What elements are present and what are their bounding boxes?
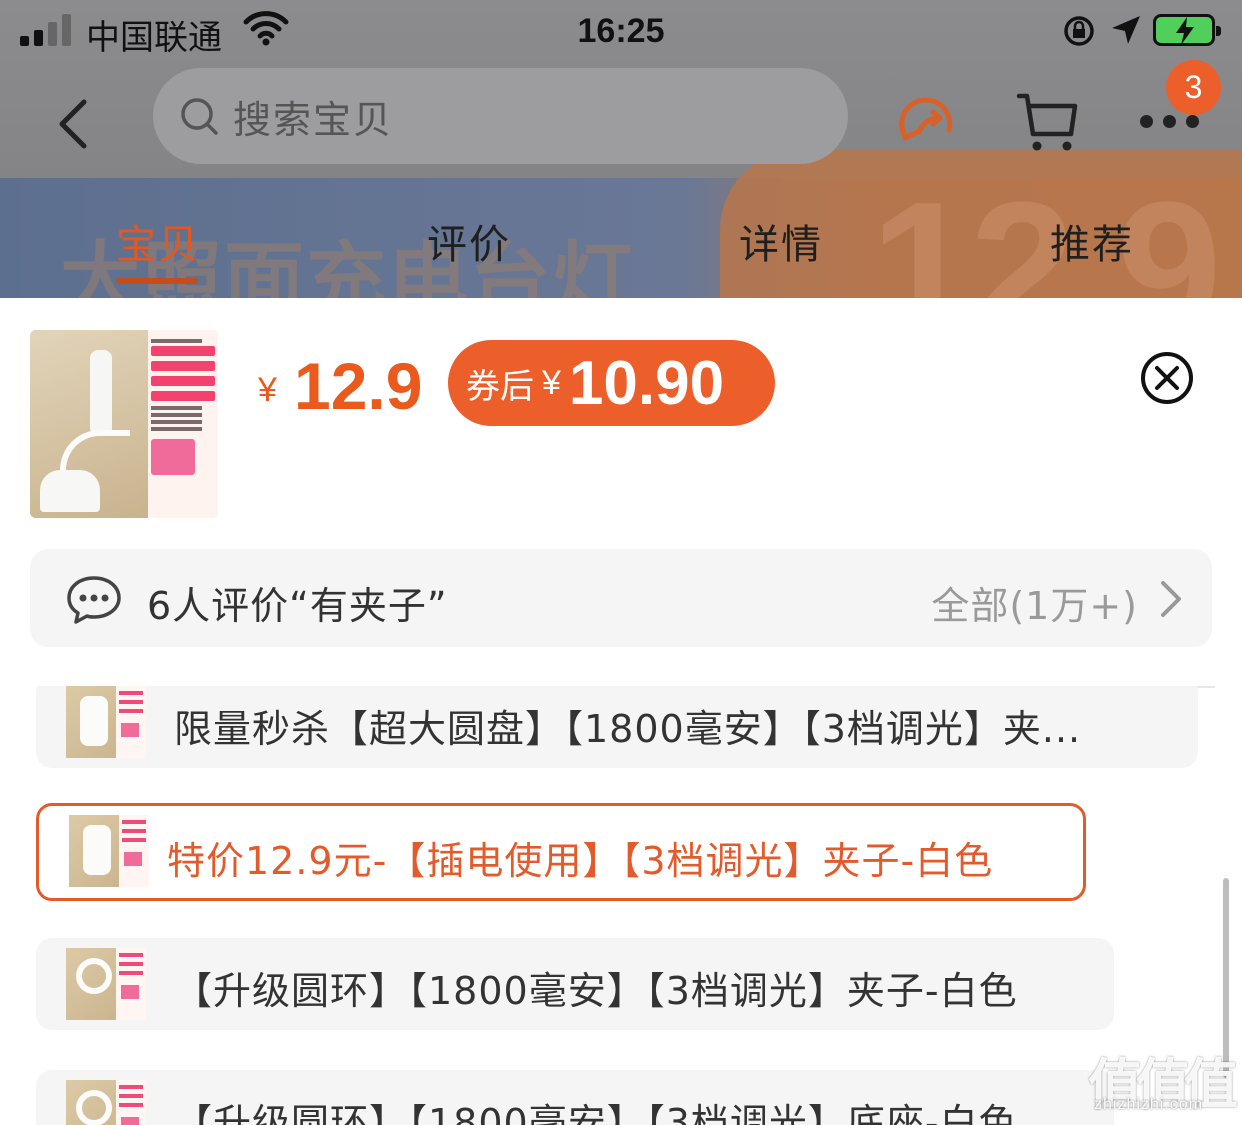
share-button[interactable] <box>895 94 959 158</box>
sku-option[interactable]: 【升级圆环】【1800毫安】【3档调光】底座-白色 <box>36 1070 1114 1125</box>
option-label: 【升级圆环】【1800毫安】【3档调光】底座-白色 <box>174 1101 1018 1125</box>
active-tab-indicator <box>116 278 198 284</box>
product-thumbnail[interactable] <box>30 330 218 518</box>
more-dots-icon <box>1140 115 1153 128</box>
tab-item[interactable]: 宝贝 <box>116 212 200 270</box>
watermark-url: zhizhizhi.com <box>1094 1096 1204 1113</box>
product-header-background: 大照面充电台灯 12.9 中国联通 16:25 搜索宝贝 3 宝贝 评价 详情 … <box>0 0 1242 298</box>
battery-icon <box>1153 14 1221 46</box>
product-price: 12.9 <box>294 349 423 423</box>
status-time: 16:25 <box>577 12 665 50</box>
option-label: 【升级圆环】【1800毫安】【3档调光】夹子-白色 <box>174 969 1018 1013</box>
sku-option[interactable]: 【升级圆环】【1800毫安】【3档调光】夹子-白色 <box>36 938 1114 1030</box>
tab-details[interactable]: 详情 <box>739 212 823 270</box>
option-label: 特价12.9元-【插电使用】【3档调光】夹子-白色 <box>167 839 994 883</box>
tab-recommend[interactable]: 推荐 <box>1050 212 1134 270</box>
sku-sheet: ¥ 12.9 券后 ¥ 10.90 6人评价“有夹子” 全部(1万+) 限量秒杀… <box>0 298 1242 1125</box>
sku-option-list: 限量秒杀【超大圆盘】【1800毫安】【3档调光】夹... 特价12.9元-【插电… <box>0 686 1242 1125</box>
location-arrow-icon <box>1110 14 1142 50</box>
option-label: 限量秒杀【超大圆盘】【1800毫安】【3档调光】夹... <box>174 707 1082 751</box>
back-button[interactable] <box>52 96 102 152</box>
option-thumbnail <box>69 815 149 887</box>
more-button[interactable] <box>1140 115 1199 128</box>
cart-icon <box>1016 93 1078 151</box>
sku-option-selected[interactable]: 特价12.9元-【插电使用】【3档调光】夹子-白色 <box>36 803 1086 901</box>
review-summary-text: 6人评价“有夹子” <box>147 584 448 628</box>
coupon-price: 10.90 <box>568 348 725 418</box>
review-summary-bar[interactable]: 6人评价“有夹子” 全部(1万+) <box>30 549 1212 647</box>
search-icon <box>181 98 218 135</box>
close-icon <box>1141 352 1193 404</box>
chat-bubble-icon <box>67 576 121 624</box>
option-thumbnail <box>66 1080 146 1125</box>
all-reviews-link[interactable]: 全部(1万+) <box>931 575 1138 630</box>
coupon-price-badge: 券后 ¥ 10.90 <box>448 340 775 426</box>
search-placeholder: 搜索宝贝 <box>233 97 394 142</box>
chevron-left-icon <box>59 99 87 149</box>
site-watermark: 值值值 zhizhizhi.com <box>1088 1040 1238 1120</box>
status-bar: 中国联通 16:25 <box>0 0 1242 64</box>
rotation-lock-icon <box>1062 14 1096 52</box>
coupon-label: 券后 <box>466 366 534 407</box>
coupon-currency: ¥ <box>542 363 561 402</box>
sku-option[interactable]: 限量秒杀【超大圆盘】【1800毫安】【3档调光】夹... <box>36 686 1198 768</box>
close-button[interactable] <box>1139 350 1195 410</box>
option-thumbnail <box>66 686 146 758</box>
share-icon <box>898 97 953 141</box>
cart-button[interactable] <box>1015 90 1081 160</box>
product-tabs: 宝贝 评价 详情 推荐 <box>0 212 1242 284</box>
price-currency: ¥ <box>258 371 277 409</box>
cart-count-badge: 3 <box>1166 60 1221 115</box>
option-thumbnail <box>66 948 146 1020</box>
chevron-right-icon <box>1161 581 1181 617</box>
search-bar[interactable]: 搜索宝贝 <box>153 68 848 164</box>
tab-reviews[interactable]: 评价 <box>427 212 511 270</box>
